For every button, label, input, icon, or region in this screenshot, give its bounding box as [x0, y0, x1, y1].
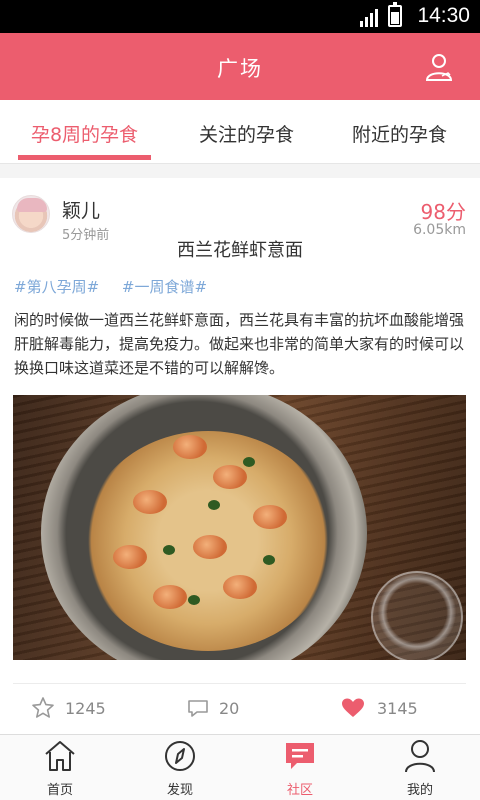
- author-name[interactable]: 颖儿: [62, 196, 100, 223]
- compass-icon: [165, 741, 195, 771]
- comment-count: 20: [219, 699, 240, 718]
- nav-mine-label: 我的: [406, 783, 433, 798]
- post-title[interactable]: 西兰花鲜虾意面: [0, 236, 480, 262]
- comment-button[interactable]: 20: [186, 696, 256, 722]
- post-body: 闲的时候做一道西兰花鲜虾意面，西兰花具有丰富的抗坏血酸能增强肝脏解毒能力，提高免…: [14, 311, 465, 377]
- tab-nearby[interactable]: 附近的孕食: [333, 120, 466, 147]
- nav-mine[interactable]: 我的: [360, 735, 480, 800]
- tab-following[interactable]: 关注的孕食: [180, 120, 313, 147]
- tag-weekly-recipe[interactable]: #一周食谱#: [122, 278, 207, 296]
- avatar[interactable]: [12, 195, 50, 233]
- signal-icon: [360, 9, 378, 27]
- tag-list: #第八孕周# #一周食谱#: [14, 276, 225, 297]
- nav-community-label: 社区: [286, 783, 313, 798]
- card-divider: [13, 683, 466, 684]
- status-bar: 14:30: [0, 0, 480, 33]
- nav-discover-label: 发现: [166, 783, 193, 798]
- nav-home-label: 首页: [46, 783, 73, 798]
- heart-icon: [342, 698, 364, 717]
- bottom-nav: 首页 发现 社区 我的: [0, 734, 480, 800]
- favorite-count: 1245: [65, 699, 106, 718]
- tag-week8[interactable]: #第八孕周#: [14, 278, 99, 296]
- tab-week8[interactable]: 孕8周的孕食: [18, 120, 151, 147]
- person-icon: [405, 740, 435, 773]
- nav-discover[interactable]: 发现: [120, 735, 240, 800]
- user-icon[interactable]: [424, 52, 454, 82]
- score-badge: 98分: [420, 200, 466, 224]
- app-bar: 广场: [0, 33, 480, 100]
- shrimp-pasta-photo[interactable]: [13, 395, 466, 660]
- star-icon: [32, 697, 54, 718]
- chat-icon: [286, 743, 314, 769]
- like-button[interactable]: 3145: [341, 696, 431, 722]
- nav-community[interactable]: 社区: [240, 735, 360, 800]
- battery-icon: [388, 2, 402, 27]
- page-title: 广场: [217, 57, 263, 81]
- favorite-button[interactable]: 1245: [31, 696, 111, 722]
- home-icon: [45, 741, 75, 771]
- like-count: 3145: [377, 699, 418, 718]
- tab-indicator: [18, 155, 151, 160]
- status-time: 14:30: [417, 4, 470, 27]
- nav-home[interactable]: 首页: [0, 735, 120, 800]
- comment-icon: [188, 700, 208, 717]
